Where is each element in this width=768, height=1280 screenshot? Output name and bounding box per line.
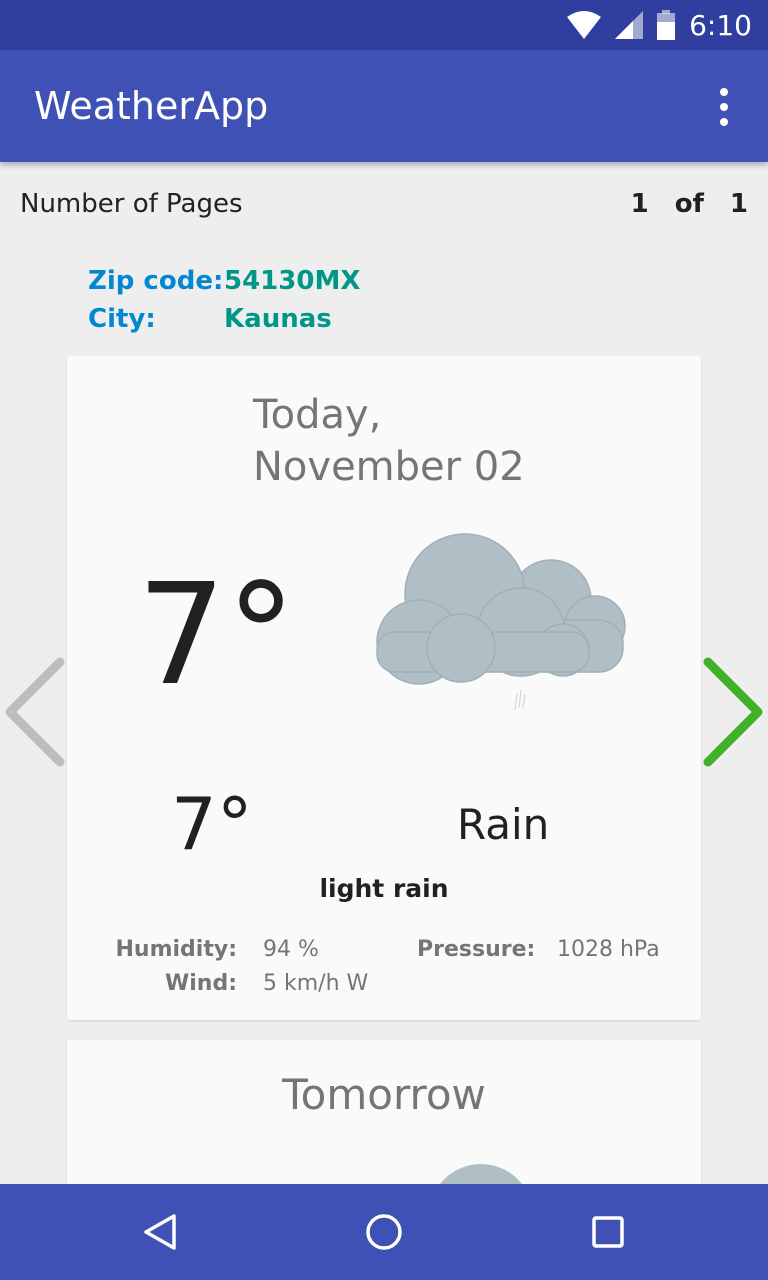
- pages-separator: of: [674, 189, 704, 219]
- weather-description: light rain: [319, 874, 449, 903]
- app-bar: WeatherApp: [0, 50, 768, 162]
- humidity-label: Humidity:: [115, 936, 237, 962]
- today-forecast-card[interactable]: Today, November 02 7° 7° Rain light rain…: [67, 356, 701, 1020]
- date-line-1: Today,: [253, 392, 382, 438]
- city-label: City:: [88, 304, 156, 334]
- pressure-label: Pressure:: [417, 936, 536, 962]
- low-temperature: 7°: [171, 782, 253, 866]
- system-nav-bar: [0, 1184, 768, 1280]
- more-vert-icon[interactable]: [708, 88, 740, 126]
- cloud-rain-icon: [376, 533, 626, 711]
- status-time: 6:10: [689, 8, 752, 42]
- wind-value: 5 km/h W: [263, 970, 369, 996]
- details-right: Pressure: 1028 hPa: [417, 932, 660, 966]
- details-left: Humidity: 94 % Wind: 5 km/h W: [107, 932, 369, 1000]
- pages-total: 1: [729, 189, 748, 219]
- app-title: WeatherApp: [34, 84, 269, 128]
- pages-current: 1: [630, 189, 649, 219]
- wind-label: Wind:: [164, 970, 237, 996]
- wifi-icon: [567, 11, 602, 39]
- tomorrow-title: Tomorrow: [282, 1070, 486, 1119]
- location-info: Zip code: 54130MX City: Kaunas: [88, 262, 360, 338]
- battery-icon: [657, 10, 676, 40]
- weather-condition: Rain: [457, 800, 550, 849]
- date-line-2: November 02: [253, 444, 525, 490]
- recents-square-icon[interactable]: [588, 1212, 628, 1252]
- humidity-value: 94 %: [263, 936, 319, 962]
- city-value: Kaunas: [224, 304, 332, 334]
- home-circle-icon[interactable]: [364, 1212, 404, 1252]
- chevron-left-icon[interactable]: [0, 652, 68, 772]
- zip-label: Zip code:: [88, 266, 224, 296]
- pages-count: 1 of 1: [631, 189, 748, 219]
- zip-value: 54130MX: [224, 266, 361, 296]
- back-triangle-icon[interactable]: [140, 1212, 180, 1252]
- current-temperature: 7°: [137, 554, 297, 717]
- cell-signal-icon: [615, 11, 644, 39]
- pages-row: Number of Pages 1 of 1: [20, 186, 748, 222]
- pages-label: Number of Pages: [20, 189, 243, 219]
- status-bar: 6:10: [0, 0, 768, 50]
- chevron-right-icon[interactable]: [700, 652, 768, 772]
- pressure-value: 1028 hPa: [557, 936, 660, 962]
